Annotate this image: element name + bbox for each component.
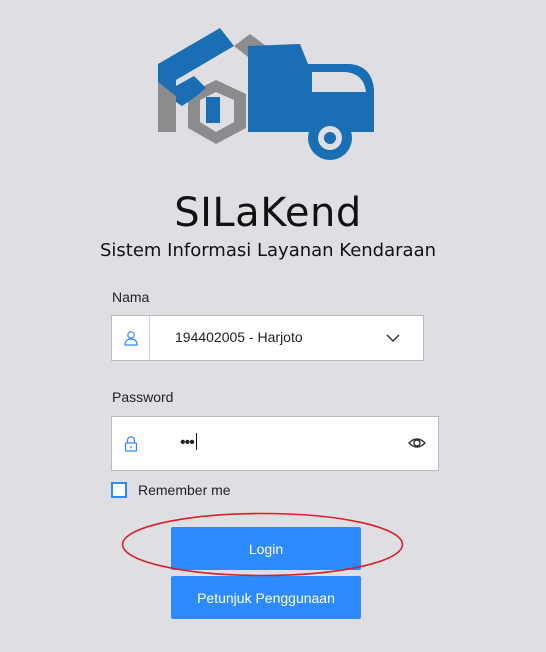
login-button[interactable]: Login xyxy=(171,527,361,570)
nama-select-value: 194402005 - Harjoto xyxy=(175,329,303,345)
eye-icon[interactable] xyxy=(408,434,426,452)
user-icon xyxy=(112,316,150,360)
silakend-logo xyxy=(158,28,374,160)
remember-me-checkbox[interactable] xyxy=(111,482,127,498)
lock-icon xyxy=(124,436,138,452)
app-title: SILaKend xyxy=(174,190,362,236)
chevron-down-icon[interactable] xyxy=(385,330,401,346)
password-input[interactable]: ••• xyxy=(180,433,197,452)
password-value: ••• xyxy=(180,434,195,451)
nama-label: Nama xyxy=(112,289,150,305)
remember-me[interactable]: Remember me xyxy=(111,482,231,498)
password-label: Password xyxy=(112,389,174,405)
text-caret xyxy=(195,433,197,450)
app-subtitle: Sistem Informasi Layanan Kendaraan xyxy=(99,240,437,261)
remember-me-label: Remember me xyxy=(138,482,231,498)
login-page: SILaKend Sistem Informasi Layanan Kendar… xyxy=(0,0,546,652)
user-guide-button[interactable]: Petunjuk Penggunaan xyxy=(171,576,361,619)
nama-select[interactable]: 194402005 - Harjoto xyxy=(111,315,424,361)
password-field[interactable]: ••• xyxy=(111,416,439,471)
